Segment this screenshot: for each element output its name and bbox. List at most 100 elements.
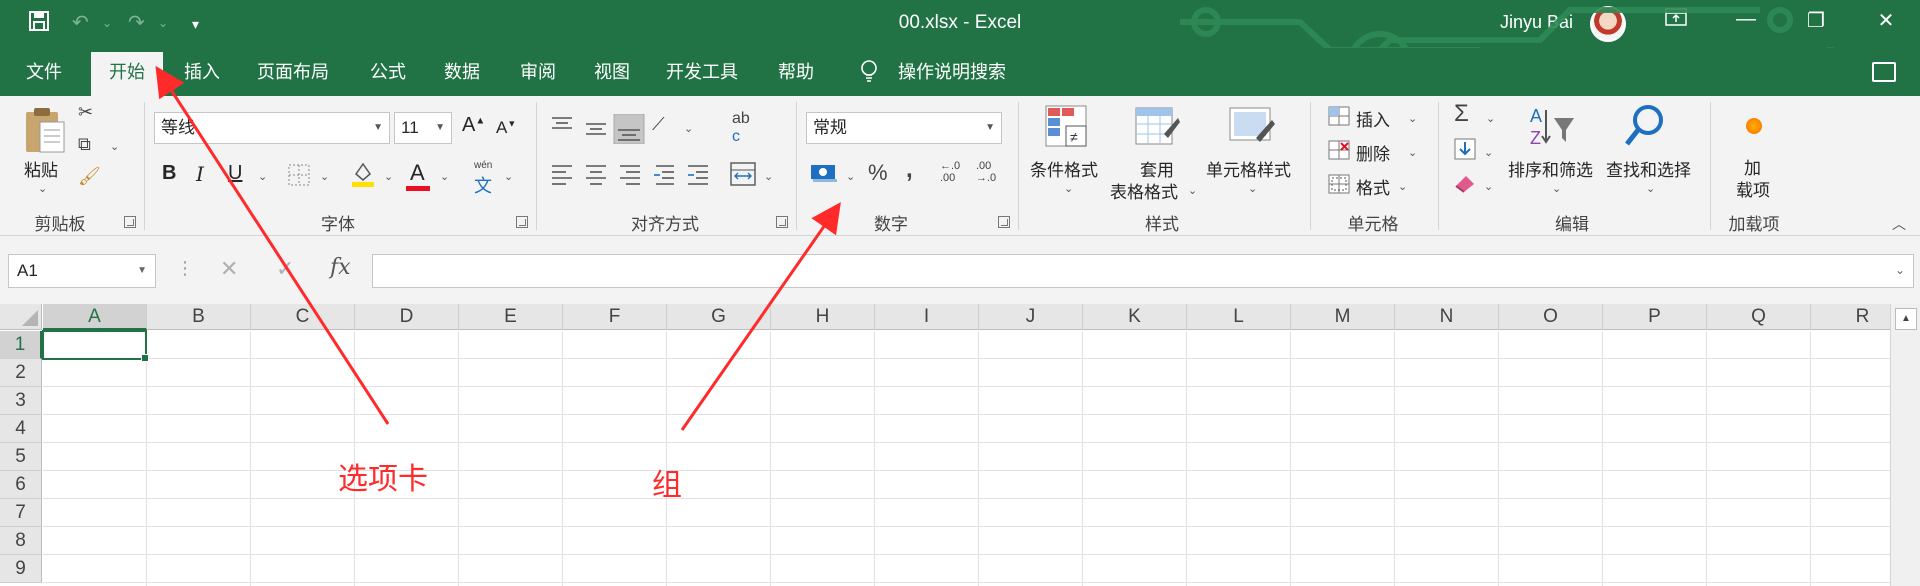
percent-button[interactable]: % [868,160,888,186]
tab-page-layout[interactable]: 页面布局 [246,48,340,96]
add-ins-icon[interactable] [1746,118,1762,134]
cell-styles-button[interactable]: 单元格样式 [1206,156,1291,181]
active-cell[interactable] [42,330,149,362]
tab-formulas[interactable]: 公式 [358,48,418,96]
cell-area[interactable] [43,331,1890,586]
row-header-1[interactable]: 1 [0,331,42,359]
column-header-m[interactable]: M [1291,304,1395,330]
borders-dropdown-icon[interactable]: ⌄ [320,170,329,183]
column-header-i[interactable]: I [875,304,979,330]
column-header-d[interactable]: D [355,304,459,330]
alignment-launcher-icon[interactable] [776,216,788,228]
column-header-a[interactable]: A [43,304,147,330]
fill-color-dropdown-icon[interactable]: ⌄ [384,170,393,183]
phonetic-dropdown-icon[interactable]: ⌄ [504,170,513,183]
sort-filter-button[interactable]: 排序和筛选 [1508,156,1593,181]
tell-me-search[interactable]: 操作说明搜索 [898,48,1006,96]
row-header-5[interactable]: 5 [0,443,42,471]
font-launcher-icon[interactable] [516,216,528,228]
font-size-combo[interactable]: 11 ▼ [394,112,452,144]
borders-icon[interactable] [288,164,310,186]
bold-button[interactable]: B [162,162,176,185]
cut-icon[interactable]: ✂ [78,102,93,123]
phonetic-button[interactable]: 文 [474,172,492,198]
avatar[interactable] [1590,6,1626,42]
column-header-b[interactable]: B [147,304,251,330]
font-color-dropdown-icon[interactable]: ⌄ [440,170,449,183]
comments-icon[interactable] [1872,62,1896,82]
fill-color-icon[interactable] [350,160,376,188]
increase-indent-icon[interactable] [686,162,710,188]
find-select-dropdown-icon[interactable]: ⌄ [1646,182,1655,195]
delete-cells-icon[interactable] [1328,140,1350,160]
minimize-icon[interactable]: — [1726,8,1766,31]
cell-styles-dropdown-icon[interactable]: ⌄ [1248,182,1257,195]
collapse-ribbon-icon[interactable]: ︿ [1892,214,1906,234]
scroll-up-icon[interactable]: ▲ [1895,308,1917,330]
sort-filter-dropdown-icon[interactable]: ⌄ [1552,182,1561,195]
font-color-button[interactable]: A [410,160,425,186]
decrease-decimal-button[interactable]: .00 →.0 [976,160,996,184]
horizontal-align-icons[interactable] [550,162,690,188]
conditional-formatting-button[interactable]: 条件格式 [1030,156,1098,181]
tab-data[interactable]: 数据 [432,48,492,96]
comma-button[interactable]: , [906,156,913,184]
grow-font-button[interactable]: A▲ [462,114,485,137]
clear-icon[interactable] [1452,172,1478,194]
column-header-h[interactable]: H [771,304,875,330]
accounting-dropdown-icon[interactable]: ⌄ [846,170,855,183]
column-header-e[interactable]: E [459,304,563,330]
row-header-7[interactable]: 7 [0,499,42,527]
tab-home[interactable]: 开始 [91,52,163,96]
cancel-icon[interactable]: ✕ [220,256,238,282]
column-header-o[interactable]: O [1499,304,1603,330]
shrink-font-button[interactable]: A▼ [496,118,516,138]
conditional-formatting-icon[interactable]: ≠ [1044,104,1088,148]
column-header-j[interactable]: J [979,304,1083,330]
accounting-format-icon[interactable] [810,162,838,184]
tab-review[interactable]: 审阅 [508,48,568,96]
copy-icon[interactable]: ⧉ [78,134,91,155]
increase-decimal-button[interactable]: ←.0 .00 [940,160,960,184]
format-painter-icon[interactable]: 🖌 [78,166,101,187]
cell-styles-icon[interactable] [1228,104,1276,148]
wrap-text-button[interactable]: ab c [732,110,750,146]
format-cells-button[interactable]: 格式 [1356,174,1390,199]
orientation-icon[interactable]: ⟋ [652,114,665,135]
paste-dropdown-icon[interactable]: ⌄ [38,182,47,195]
insert-cells-icon[interactable] [1328,106,1350,126]
autosum-button[interactable]: Σ [1454,100,1469,128]
column-header-l[interactable]: L [1187,304,1291,330]
underline-dropdown-icon[interactable]: ⌄ [258,170,267,183]
number-format-combo[interactable]: 常规 ▼ [806,112,1002,144]
merge-center-icon[interactable] [730,162,756,186]
expand-formula-icon[interactable]: ⌄ [1895,263,1905,277]
row-header-3[interactable]: 3 [0,387,42,415]
format-cells-icon[interactable] [1328,174,1350,194]
column-header-f[interactable]: F [563,304,667,330]
delete-cells-button[interactable]: 删除 [1356,140,1390,165]
column-header-q[interactable]: Q [1707,304,1811,330]
conditional-formatting-dropdown-icon[interactable]: ⌄ [1064,182,1073,195]
orientation-dropdown-icon[interactable]: ⌄ [684,122,693,135]
more-options-icon[interactable]: ⋮ [176,258,194,279]
tab-file[interactable]: 文件 [14,48,74,96]
column-header-k[interactable]: K [1083,304,1187,330]
insert-cells-dropdown-icon[interactable]: ⌄ [1408,112,1417,125]
delete-cells-dropdown-icon[interactable]: ⌄ [1408,146,1417,159]
copy-dropdown-icon[interactable]: ⌄ [110,140,119,153]
enter-icon[interactable]: ✓ [276,256,294,282]
tab-insert[interactable]: 插入 [172,48,232,96]
tab-view[interactable]: 视图 [582,48,642,96]
sort-filter-icon[interactable]: A Z [1528,104,1576,150]
vertical-scrollbar[interactable]: ▲ [1890,304,1920,586]
tab-help[interactable]: 帮助 [766,48,826,96]
clipboard-launcher-icon[interactable] [124,216,136,228]
column-header-c[interactable]: C [251,304,355,330]
find-select-icon[interactable] [1624,102,1666,148]
underline-button[interactable]: U [228,162,242,185]
column-header-n[interactable]: N [1395,304,1499,330]
row-header-4[interactable]: 4 [0,415,42,443]
user-name[interactable]: Jinyu Bai [1500,12,1573,33]
format-as-table-button[interactable]: 表格格式 [1110,178,1178,203]
